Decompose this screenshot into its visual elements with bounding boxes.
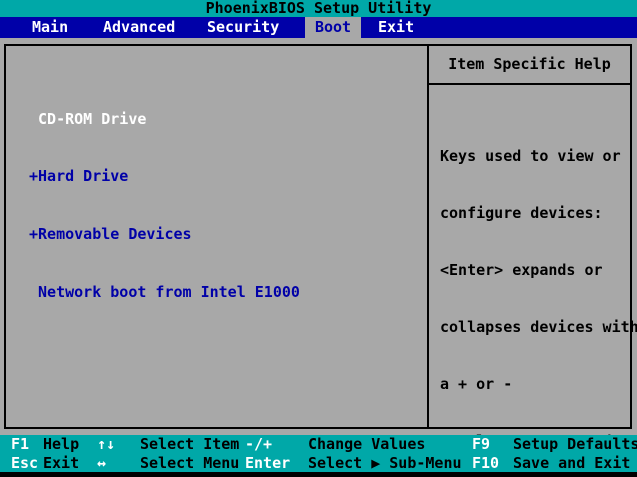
- key-legend-bar: F1 Help ↑↓ Select Item -/+ Change Values…: [0, 435, 637, 472]
- key-minusplus: -/+: [245, 435, 273, 453]
- key-legend-row-1: F1 Help ↑↓ Select Item -/+ Change Values…: [0, 435, 637, 454]
- bottom-black-strip: [0, 472, 637, 477]
- expand-prefix: +: [29, 225, 39, 244]
- key-leftright-desc: Select Menu: [140, 453, 240, 472]
- key-legend-row-2: Esc Exit ↔ Select Menu Enter Select ▶ Su…: [0, 454, 637, 473]
- help-panel: Item Specific Help Keys used to view or …: [429, 46, 637, 450]
- key-f9-desc: Setup Defaults: [513, 435, 637, 453]
- key-updown-icon: ↑↓: [97, 435, 116, 453]
- key-updown-desc: Select Item: [140, 435, 240, 453]
- key-f1-desc: Help: [43, 435, 80, 453]
- help-line: a + or -: [440, 375, 513, 393]
- help-line: Keys used to view or: [440, 147, 621, 165]
- help-line: <Enter> expands or: [440, 261, 603, 279]
- list-item-label: CD-ROM Drive: [38, 109, 147, 128]
- list-item-label: Hard Drive: [38, 167, 129, 186]
- list-item-network-boot[interactable]: Network boot from Intel E1000: [29, 283, 300, 302]
- help-panel-text: Keys used to view or configure devices: …: [440, 109, 637, 477]
- help-line: configure devices:: [440, 204, 603, 222]
- tab-boot[interactable]: Boot: [305, 17, 361, 38]
- key-enter-desc: Select ▶ Sub-Menu: [308, 453, 462, 472]
- page-title: PhoenixBIOS Setup Utility: [205, 0, 432, 17]
- tab-security[interactable]: Security: [207, 17, 279, 38]
- expand-prefix: [29, 110, 38, 128]
- menu-bar: Main Advanced Security Boot Exit: [0, 17, 637, 38]
- list-item-label: Removable Devices: [38, 225, 192, 244]
- key-leftright-icon: ↔: [97, 453, 107, 472]
- key-esc-desc: Exit: [43, 453, 80, 472]
- tab-main[interactable]: Main: [32, 17, 68, 38]
- main-frame: CD-ROM Drive +Hard Drive +Removable Devi…: [4, 44, 637, 450]
- expand-prefix: +: [29, 167, 39, 186]
- tab-exit[interactable]: Exit: [378, 17, 414, 38]
- key-f1: F1: [11, 435, 30, 453]
- key-f9: F9: [472, 435, 491, 453]
- expand-prefix: [29, 283, 38, 301]
- help-panel-title: Item Specific Help: [429, 46, 630, 85]
- list-item-cdrom[interactable]: CD-ROM Drive: [29, 110, 300, 129]
- title-bar: PhoenixBIOS Setup Utility: [0, 0, 637, 17]
- key-f10-desc: Save and Exit: [513, 453, 631, 472]
- key-enter: Enter: [245, 453, 291, 472]
- key-minusplus-desc: Change Values: [308, 435, 426, 453]
- list-item-hard-drive[interactable]: +Hard Drive: [29, 167, 300, 186]
- key-f10: F10: [472, 453, 500, 472]
- list-item-removable-devices[interactable]: +Removable Devices: [29, 225, 300, 244]
- tab-advanced[interactable]: Advanced: [103, 17, 175, 38]
- key-esc: Esc: [11, 453, 39, 472]
- help-line: collapses devices with: [440, 318, 637, 336]
- boot-device-list: CD-ROM Drive +Hard Drive +Removable Devi…: [29, 71, 300, 341]
- list-item-label: Network boot from Intel E1000: [38, 283, 300, 302]
